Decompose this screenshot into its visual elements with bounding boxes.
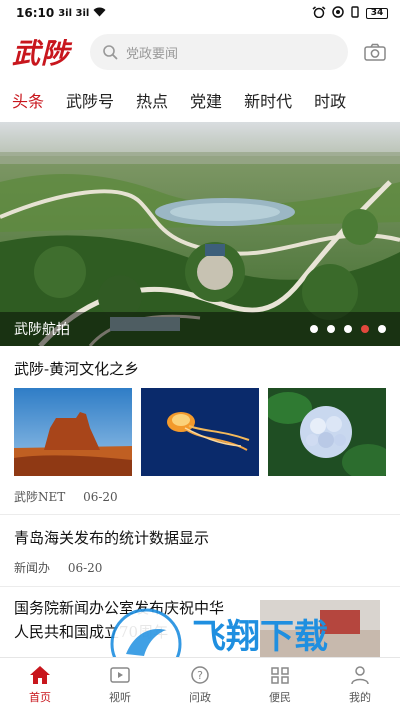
search-placeholder: 党政要闻	[126, 46, 179, 62]
status-time: 16:10	[16, 6, 55, 20]
signal-text: 3il 3il	[58, 7, 90, 19]
jellyfish-image	[141, 388, 259, 476]
battery-indicator: 34	[366, 7, 388, 19]
carousel-dot[interactable]	[378, 325, 386, 333]
banner-title: 武陟航拍	[14, 322, 70, 338]
question-icon: ?	[191, 665, 209, 684]
tab-dangjian[interactable]: 党建	[190, 88, 222, 112]
tab-wuzhihao[interactable]: 武陟号	[66, 88, 114, 112]
article-title: 青岛海关发布的统计数据显示	[14, 529, 210, 547]
tab-toutiao[interactable]: 头条	[12, 88, 44, 112]
tab-label: 视听	[109, 690, 131, 704]
alarm-icon	[312, 5, 326, 21]
banner-carousel[interactable]: 武陟航拍	[0, 122, 400, 346]
camera-button[interactable]	[362, 39, 388, 65]
wifi-icon	[93, 6, 106, 20]
carousel-dots	[310, 325, 386, 333]
article-meta: 新闻办 06-20	[14, 559, 116, 576]
banner-caption-bar: 武陟航拍	[0, 312, 400, 346]
news-item[interactable]: 青岛海关发布的统计数据显示 新闻办 06-20	[0, 515, 400, 585]
article-date: 06-20	[67, 561, 103, 575]
carousel-dot[interactable]	[327, 325, 335, 333]
service-icon	[271, 666, 289, 684]
camera-icon	[364, 43, 386, 61]
carousel-dot[interactable]	[310, 325, 318, 333]
news-item[interactable]: 武陟-黄河文化之乡 武陟NET 06-20	[0, 346, 400, 514]
article-title-line2: 人民共和国成立70周年	[14, 623, 169, 641]
bottom-tab-bar: 首页 视听 ? 问政 便民 我的	[0, 657, 400, 711]
app-header: 武陟 党政要闻	[0, 26, 400, 78]
tab-label: 问政	[189, 690, 211, 704]
article-date: 06-20	[83, 490, 118, 504]
vibrate-icon	[350, 5, 360, 21]
tab-xinshidai[interactable]: 新时代	[244, 88, 292, 112]
article-thumbnail-image	[260, 600, 380, 660]
tab-label: 便民	[269, 690, 291, 704]
article-title-line1: 国务院新闻办公室发布庆祝中华	[14, 599, 225, 617]
search-icon	[103, 45, 118, 60]
search-bar[interactable]: 党政要闻	[90, 34, 348, 70]
tab-service[interactable]: 便民	[248, 665, 312, 705]
carousel-dot[interactable]	[344, 325, 352, 333]
tab-redian[interactable]: 热点	[136, 88, 168, 112]
tab-wenzheng[interactable]: ? 问政	[168, 665, 232, 705]
tab-mine[interactable]: 我的	[328, 665, 392, 705]
article-source: 武陟NET	[14, 490, 66, 504]
tab-label: 首页	[29, 690, 51, 704]
sync-icon	[332, 5, 344, 21]
article-meta: 武陟NET 06-20	[14, 488, 132, 505]
tab-label: 我的	[349, 690, 371, 704]
article-thumbnails	[14, 388, 386, 476]
home-icon	[30, 665, 50, 684]
hydrangea-image	[268, 388, 386, 476]
article-title: 武陟-黄河文化之乡	[14, 360, 140, 378]
desert-butte-image	[14, 388, 132, 476]
carousel-dot-active[interactable]	[361, 325, 369, 333]
video-icon	[110, 666, 130, 683]
article-source: 新闻办	[14, 561, 51, 575]
status-bar: 16:10 3il 3il 34	[0, 0, 400, 26]
category-tabs: 头条 武陟号 热点 党建 新时代 时政	[0, 78, 400, 122]
svg-text:?: ?	[197, 669, 203, 682]
tab-shizheng[interactable]: 时政	[314, 88, 346, 112]
app-logo[interactable]: 武陟	[12, 32, 90, 72]
tab-video[interactable]: 视听	[88, 665, 152, 705]
user-icon	[351, 665, 369, 684]
tab-home[interactable]: 首页	[8, 665, 72, 705]
